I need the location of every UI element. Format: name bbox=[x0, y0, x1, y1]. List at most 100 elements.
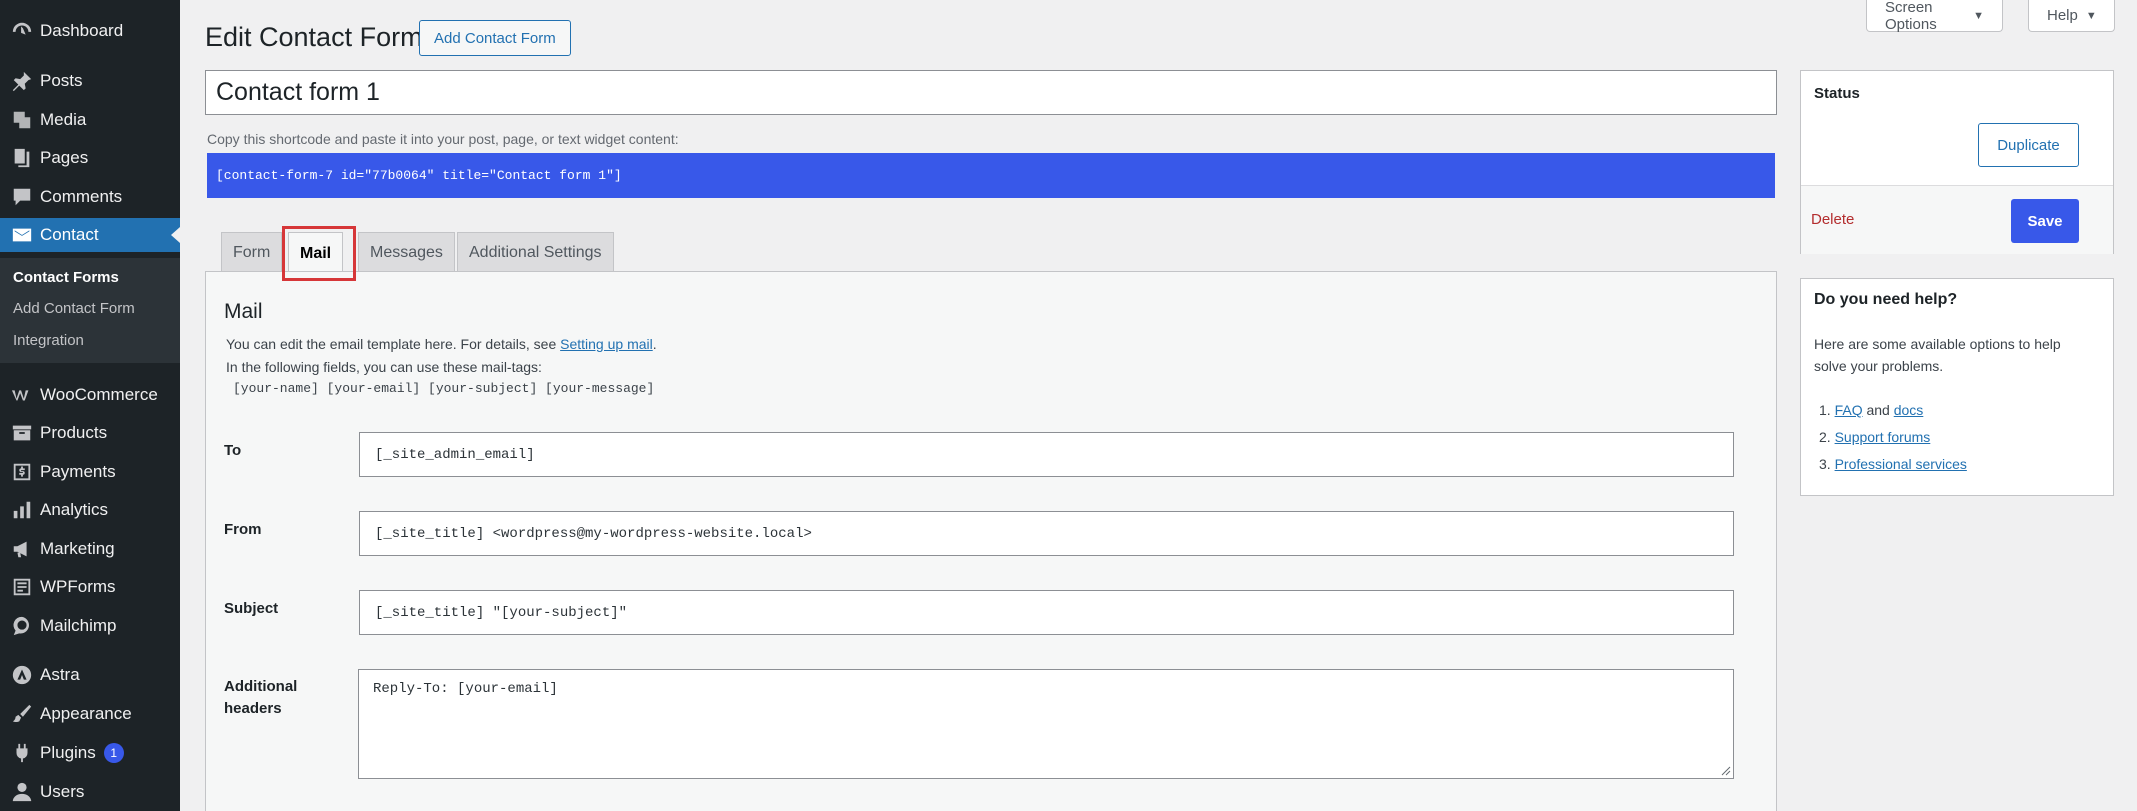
to-label: To bbox=[224, 442, 242, 459]
save-button[interactable]: Save bbox=[2011, 199, 2079, 243]
mailchimp-icon bbox=[10, 614, 34, 638]
tab-additional-settings[interactable]: Additional Settings bbox=[457, 232, 614, 272]
dollar-icon bbox=[10, 460, 34, 484]
status-title: Status bbox=[1814, 85, 1860, 102]
sidebar-item-pages[interactable]: Pages bbox=[0, 141, 180, 175]
sidebar-item-label: Mailchimp bbox=[40, 616, 117, 635]
sidebar-item-wpforms[interactable]: WPForms bbox=[0, 570, 180, 604]
help-button[interactable]: Help ▼ bbox=[2028, 0, 2115, 32]
megaphone-icon bbox=[10, 537, 34, 561]
professional-services-link[interactable]: Professional services bbox=[1835, 456, 1967, 472]
sidebar-item-appearance[interactable]: Appearance bbox=[0, 697, 180, 731]
setting-up-mail-link[interactable]: Setting up mail bbox=[560, 336, 653, 352]
submenu-add-contact-form[interactable]: Add Contact Form bbox=[13, 300, 135, 317]
delete-link[interactable]: Delete bbox=[1811, 211, 1854, 228]
sidebar-item-posts[interactable]: Posts bbox=[0, 64, 180, 98]
sidebar-item-media[interactable]: Media bbox=[0, 103, 180, 137]
sidebar-item-label: Plugins bbox=[40, 743, 96, 762]
additional-headers-label: Additional headers bbox=[224, 678, 298, 717]
dashboard-icon bbox=[10, 19, 34, 43]
sidebar-item-label: Marketing bbox=[40, 539, 115, 558]
subject-field[interactable]: [_site_title] "[your-subject]" bbox=[359, 590, 1734, 635]
sidebar-item-payments[interactable]: Payments bbox=[0, 455, 180, 489]
faq-link[interactable]: FAQ bbox=[1835, 402, 1863, 418]
pages-icon bbox=[10, 146, 34, 170]
sidebar-item-dashboard[interactable]: Dashboard bbox=[0, 14, 180, 48]
submenu-integration[interactable]: Integration bbox=[13, 332, 84, 349]
support-forums-link[interactable]: Support forums bbox=[1835, 429, 1931, 445]
sidebar-item-plugins[interactable]: Plugins 1 bbox=[0, 736, 180, 770]
docs-link[interactable]: docs bbox=[1894, 402, 1924, 418]
help-item-services: 3. Professional services bbox=[1819, 456, 1967, 472]
help-item-number: 3. bbox=[1819, 456, 1831, 472]
mail-description: You can edit the email template here. Fo… bbox=[226, 336, 657, 352]
from-field[interactable]: [_site_title] <wordpress@my-wordpress-we… bbox=[359, 511, 1734, 556]
tab-form[interactable]: Form bbox=[221, 232, 283, 272]
media-icon bbox=[10, 108, 34, 132]
tab-messages[interactable]: Messages bbox=[358, 232, 455, 272]
caret-down-icon: ▼ bbox=[2085, 9, 2097, 22]
sidebar-item-label: Pages bbox=[40, 148, 89, 167]
caret-down-icon: ▼ bbox=[1973, 9, 1984, 22]
sidebar-item-users[interactable]: Users bbox=[0, 775, 180, 809]
sidebar-item-label: Users bbox=[40, 782, 85, 801]
mail-tags-intro: In the following fields, you can use the… bbox=[226, 359, 542, 375]
sidebar-item-label: Astra bbox=[40, 665, 80, 684]
sidebar-item-contact[interactable]: Contact bbox=[0, 218, 180, 252]
help-title: Do you need help? bbox=[1814, 291, 1958, 308]
help-item-number: 2. bbox=[1819, 429, 1831, 445]
tab-highlight-box bbox=[282, 226, 356, 281]
sidebar-item-label: Comments bbox=[40, 187, 123, 206]
sidebar-item-label: Appearance bbox=[40, 704, 132, 723]
comment-icon bbox=[10, 185, 34, 209]
mail-heading: Mail bbox=[224, 300, 263, 323]
status-box: Status Duplicate Delete Save bbox=[1800, 70, 2114, 254]
add-contact-form-button[interactable]: Add Contact Form bbox=[419, 20, 571, 56]
sidebar-item-label: WooCommerce bbox=[40, 385, 158, 404]
sidebar-item-mailchimp[interactable]: Mailchimp bbox=[0, 609, 180, 643]
help-text: Here are some available options to help … bbox=[1814, 336, 2061, 374]
screen-options-button[interactable]: Screen Options ▼ bbox=[1866, 0, 2003, 33]
mail-description-end: . bbox=[652, 336, 657, 352]
submenu-contact-forms[interactable]: Contact Forms bbox=[13, 269, 119, 286]
update-count-badge: 1 bbox=[103, 743, 124, 763]
archive-icon bbox=[10, 421, 34, 445]
brush-icon bbox=[10, 702, 34, 726]
screen-options-label: Screen Options bbox=[1885, 0, 1937, 33]
help-item-support: 2. Support forums bbox=[1819, 429, 1930, 445]
to-field[interactable]: [_site_admin_email] bbox=[359, 432, 1734, 477]
admin-sidebar: Dashboard Posts Media Pages Comments Con… bbox=[0, 0, 180, 811]
page-title: Edit Contact Form bbox=[205, 22, 423, 52]
sidebar-item-label: Dashboard bbox=[40, 21, 124, 40]
sidebar-item-label: Payments bbox=[40, 462, 116, 481]
user-icon bbox=[10, 780, 34, 804]
woocommerce-icon bbox=[10, 383, 34, 407]
form-title-input[interactable]: Contact form 1 bbox=[205, 70, 1777, 115]
from-label: From bbox=[224, 521, 262, 538]
sidebar-item-label: Contact bbox=[40, 225, 99, 244]
shortcode-field[interactable]: [contact-form-7 id="77b0064" title="Cont… bbox=[207, 153, 1775, 198]
help-box: Do you need help? Here are some availabl… bbox=[1800, 278, 2114, 496]
help-item-faq: 1. FAQ and docs bbox=[1819, 402, 1923, 418]
form-icon bbox=[10, 575, 34, 599]
duplicate-button[interactable]: Duplicate bbox=[1978, 123, 2079, 167]
shortcode-hint: Copy this shortcode and paste it into yo… bbox=[207, 131, 679, 147]
sidebar-item-astra[interactable]: Astra bbox=[0, 658, 180, 692]
mail-icon bbox=[10, 223, 34, 247]
sidebar-item-label: Products bbox=[40, 423, 108, 442]
resize-handle-icon[interactable] bbox=[1721, 766, 1731, 776]
sidebar-item-analytics[interactable]: Analytics bbox=[0, 493, 180, 527]
subject-label: Subject bbox=[224, 600, 279, 617]
sidebar-item-label: Media bbox=[40, 110, 87, 129]
sidebar-item-products[interactable]: Products bbox=[0, 416, 180, 450]
contact-submenu: Contact Forms Add Contact Form Integrati… bbox=[0, 258, 180, 363]
sidebar-item-comments[interactable]: Comments bbox=[0, 180, 180, 214]
chart-icon bbox=[10, 498, 34, 522]
astra-icon bbox=[10, 663, 34, 687]
sidebar-item-woocommerce[interactable]: WooCommerce bbox=[0, 378, 180, 412]
plugin-icon bbox=[10, 741, 34, 765]
sidebar-item-label: Posts bbox=[40, 71, 83, 90]
additional-headers-textarea[interactable]: Reply-To: [your-email] bbox=[358, 669, 1734, 779]
help-item-number: 1. bbox=[1819, 402, 1831, 418]
sidebar-item-marketing[interactable]: Marketing bbox=[0, 532, 180, 566]
